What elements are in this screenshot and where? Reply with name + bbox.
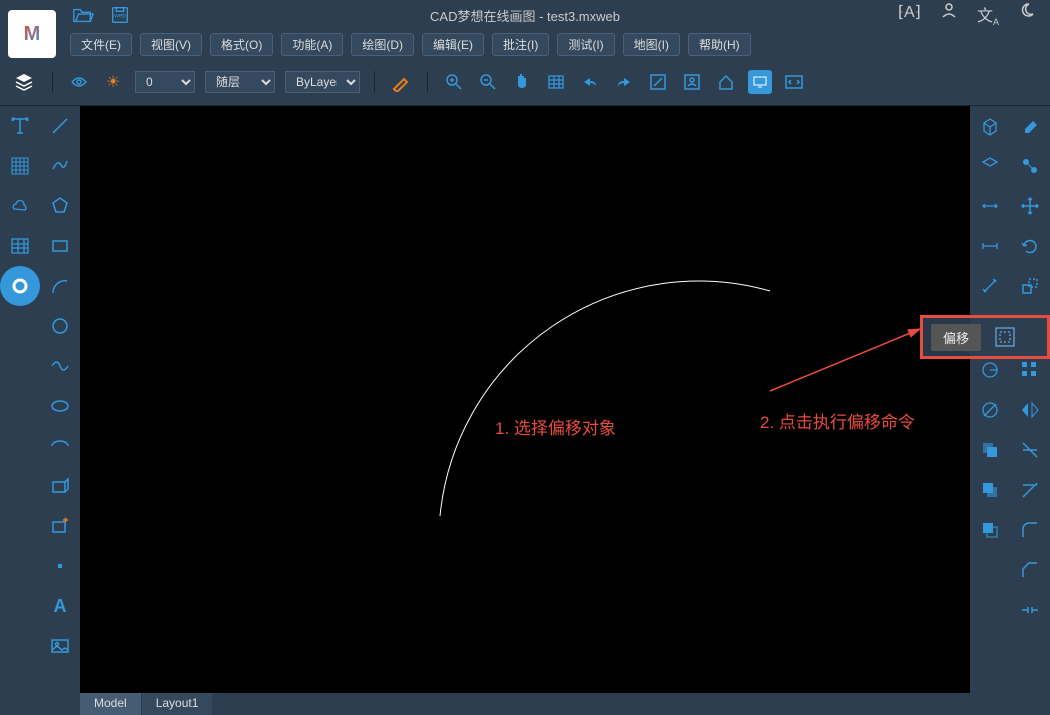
erase-icon[interactable]	[1010, 106, 1050, 146]
menu-test[interactable]: 测试(I)	[557, 33, 614, 56]
ai-icon[interactable]: ⁅A⁆	[898, 2, 921, 27]
redo-icon[interactable]	[612, 70, 636, 94]
annotation-step1: 1. 选择偏移对象	[495, 414, 616, 439]
block-tool-icon[interactable]	[40, 466, 80, 506]
layers-button[interactable]	[10, 68, 38, 96]
copy-icon[interactable]	[1010, 146, 1050, 186]
grid-icon[interactable]	[544, 70, 568, 94]
arc-tool-icon[interactable]	[40, 266, 80, 306]
point-tool-icon[interactable]	[40, 546, 80, 586]
extent-icon[interactable]	[646, 70, 670, 94]
dim-diameter-icon[interactable]	[970, 390, 1010, 430]
ellipse-tool-icon[interactable]	[40, 386, 80, 426]
menu-annotate[interactable]: 批注(I)	[492, 33, 549, 56]
save-file-icon[interactable]: web	[109, 5, 131, 25]
dim-horizontal-icon[interactable]	[970, 186, 1010, 226]
rectangle-tool-icon[interactable]	[40, 226, 80, 266]
fillet-icon[interactable]	[1010, 510, 1050, 550]
offset-tooltip: 偏移	[931, 324, 981, 351]
bring-front-icon[interactable]	[970, 510, 1010, 550]
dim-aligned-icon[interactable]	[970, 266, 1010, 306]
open-file-icon[interactable]	[72, 5, 94, 25]
tab-layout1[interactable]: Layout1	[142, 693, 214, 715]
arrow-icon	[760, 321, 930, 401]
theme-icon[interactable]	[1019, 2, 1035, 27]
zoom-out-icon[interactable]	[476, 70, 500, 94]
undo-icon[interactable]	[578, 70, 602, 94]
arc-object[interactable]	[80, 106, 970, 696]
annotation-step2: 2. 点击执行偏移命令	[760, 408, 915, 433]
mirror-icon[interactable]	[1010, 390, 1050, 430]
left-toolbar: A	[0, 106, 80, 715]
trim-icon[interactable]	[1010, 430, 1050, 470]
chamfer-icon[interactable]	[1010, 550, 1050, 590]
visibility-icon[interactable]	[67, 70, 91, 94]
3d-box-icon[interactable]	[970, 106, 1010, 146]
menu-edit[interactable]: 编辑(E)	[422, 33, 484, 56]
cloud-tool-icon[interactable]	[0, 186, 40, 226]
sun-icon[interactable]: ☀	[101, 70, 125, 94]
language-icon[interactable]: 文A	[977, 2, 999, 27]
insert-block-icon[interactable]	[40, 506, 80, 546]
svg-text:web: web	[113, 13, 126, 20]
linetype-combo[interactable]: 随层	[205, 71, 275, 93]
layout-tabs: Model Layout1	[80, 693, 970, 715]
table-tool-icon[interactable]	[0, 226, 40, 266]
toolbar: ☀ 0 随层 ByLayer	[0, 58, 1050, 106]
rotate-icon[interactable]	[1010, 226, 1050, 266]
color-combo[interactable]: ByLayer	[285, 71, 360, 93]
main-area: A 1. 选择偏移对象 2. 点击执行偏移命令	[0, 106, 1050, 715]
zoom-in-icon[interactable]	[442, 70, 466, 94]
menu-function[interactable]: 功能(A)	[281, 33, 343, 56]
menubar: 文件(E) 视图(V) 格式(O) 功能(A) 绘图(D) 编辑(E) 批注(I…	[0, 30, 1050, 58]
code-icon[interactable]	[782, 70, 806, 94]
menu-file[interactable]: 文件(E)	[70, 33, 132, 56]
extend-icon[interactable]	[1010, 470, 1050, 510]
titlebar: M web CAD梦想在线画图 - test3.mxweb ⁅A⁆ 文A	[0, 0, 1050, 30]
line-tool-icon[interactable]	[40, 106, 80, 146]
break-icon[interactable]	[1010, 590, 1050, 630]
face-icon[interactable]	[970, 146, 1010, 186]
tab-model[interactable]: Model	[80, 693, 142, 715]
send-back-icon[interactable]	[970, 470, 1010, 510]
logo-text: M	[24, 23, 41, 46]
mtext-tool-icon[interactable]: A	[40, 586, 80, 626]
menu-help[interactable]: 帮助(H)	[688, 33, 751, 56]
image-tool-icon[interactable]	[40, 626, 80, 666]
scale-icon[interactable]	[1010, 266, 1050, 306]
screen-icon[interactable]	[748, 70, 772, 94]
window-title: CAD梦想在线画图 - test3.mxweb	[430, 6, 620, 25]
menu-map[interactable]: 地图(I)	[623, 33, 680, 56]
hatch-tool-icon[interactable]	[0, 146, 40, 186]
dim-linear-icon[interactable]	[970, 226, 1010, 266]
menu-draw[interactable]: 绘图(D)	[351, 33, 414, 56]
menu-view[interactable]: 视图(V)	[140, 33, 202, 56]
user-icon[interactable]	[941, 2, 957, 27]
layer-combo[interactable]: 0	[135, 71, 195, 93]
right-toolbar	[970, 106, 1050, 715]
offset-tool-icon[interactable]	[991, 323, 1019, 351]
user-rect-icon[interactable]	[680, 70, 704, 94]
offset-highlight-box: 偏移	[920, 315, 1050, 359]
circle-tool-icon[interactable]	[40, 306, 80, 346]
move-icon[interactable]	[1010, 186, 1050, 226]
home-icon[interactable]	[714, 70, 738, 94]
pan-icon[interactable]	[510, 70, 534, 94]
app-logo[interactable]: M	[8, 10, 56, 58]
spline-tool-icon[interactable]	[40, 346, 80, 386]
overlap-icon[interactable]	[970, 430, 1010, 470]
menu-format[interactable]: 格式(O)	[210, 33, 273, 56]
drawing-canvas[interactable]: 1. 选择偏移对象 2. 点击执行偏移命令	[80, 106, 970, 715]
ellipse-arc-tool-icon[interactable]	[40, 426, 80, 466]
polygon-tool-icon[interactable]	[40, 186, 80, 226]
text-tool-icon[interactable]	[0, 106, 40, 146]
polyline-tool-icon[interactable]	[40, 146, 80, 186]
brush-icon[interactable]	[389, 70, 413, 94]
ring-tool-icon[interactable]	[0, 266, 40, 306]
